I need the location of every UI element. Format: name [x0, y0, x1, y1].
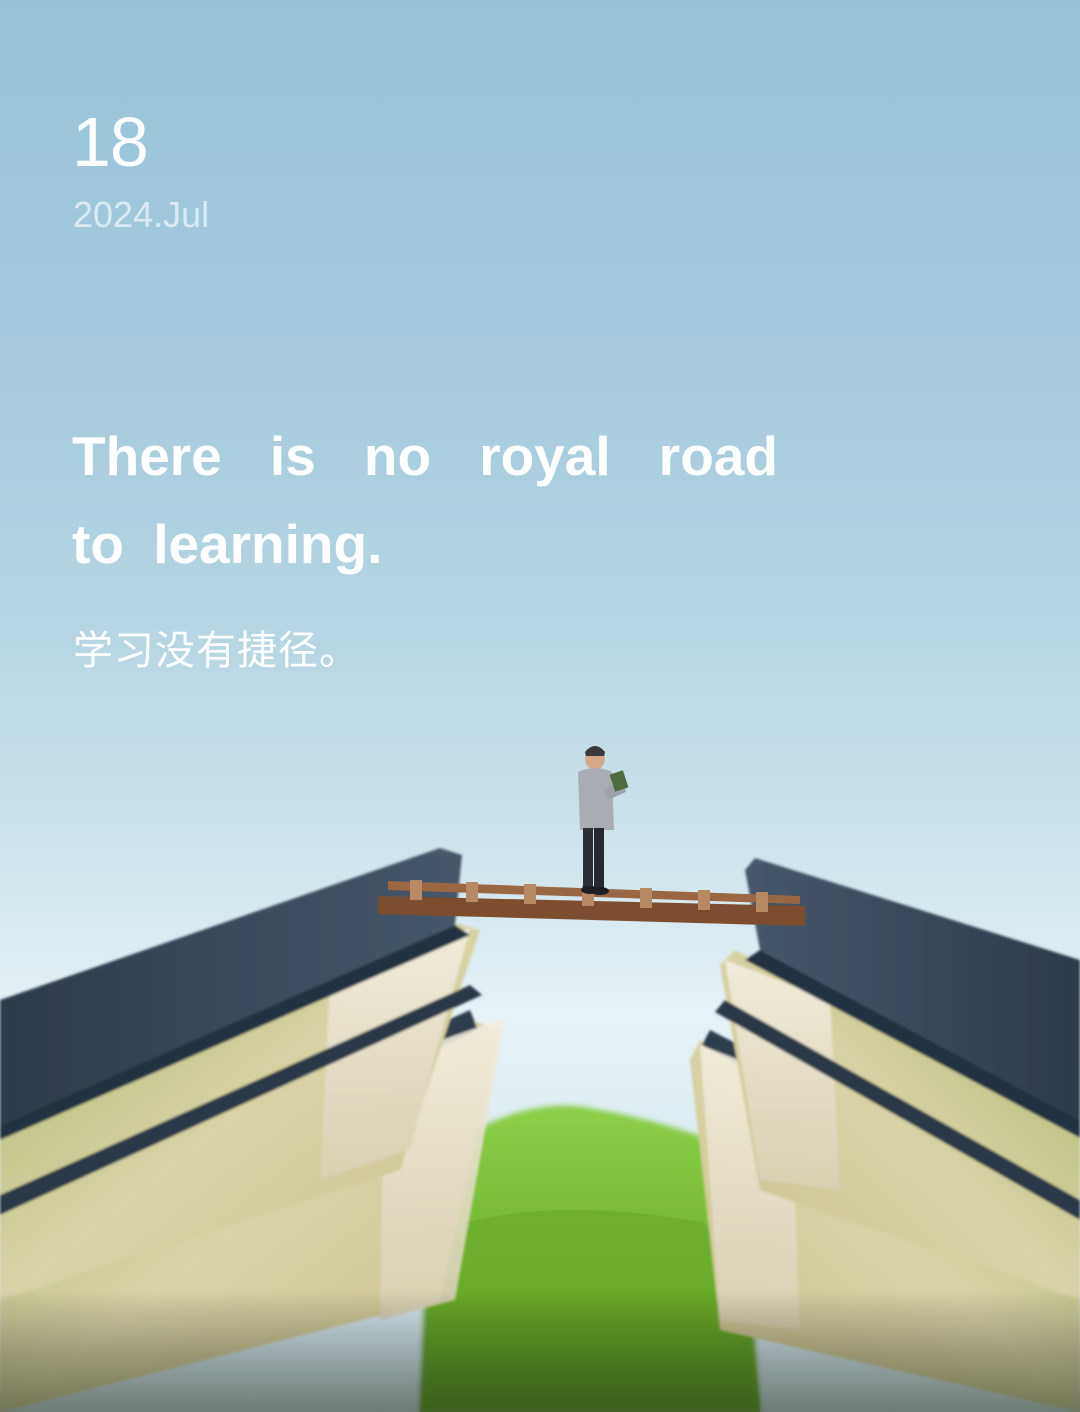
quote-english: There is no royal road to learning. [72, 425, 778, 575]
calendar-month-year: 2024.Jul [73, 194, 210, 235]
reading-figurine [578, 746, 629, 895]
quote-chinese: 学习没有捷径。 [73, 628, 360, 674]
calendar-day: 18 [72, 103, 149, 181]
daily-quote-card: 18 2024.Jul There is no royal road to le… [0, 0, 1080, 1412]
